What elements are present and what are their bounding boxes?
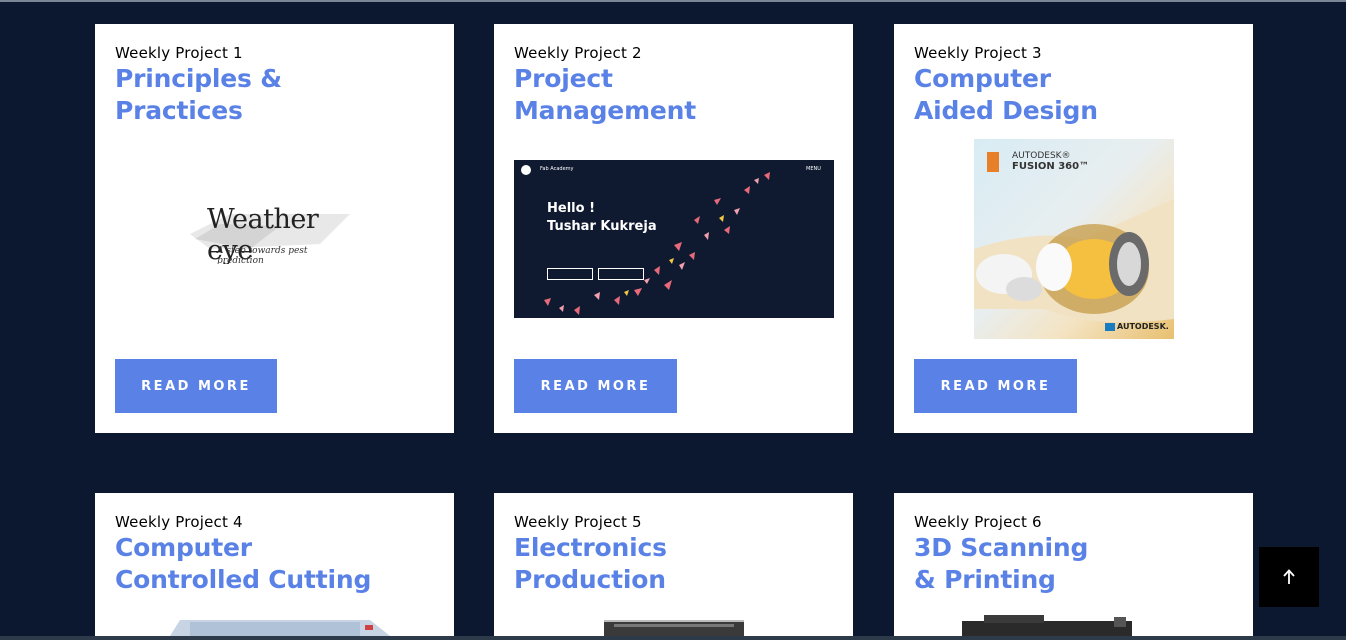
fab-greeting: Hello ! [547, 201, 595, 216]
card-eyebrow: Weekly Project 3 [914, 44, 1042, 62]
fab-button-outline-1 [547, 268, 593, 280]
card-title[interactable]: Project Management [514, 63, 833, 127]
arrow-up-icon [1283, 569, 1295, 584]
card-title-line2[interactable]: Aided Design [914, 95, 1233, 127]
laser-cutter-thumbnail [160, 617, 400, 636]
fab-logo-icon [521, 165, 531, 175]
card-eyebrow: Weekly Project 6 [914, 513, 1042, 531]
card-title-line2[interactable]: Controlled Cutting [115, 564, 434, 596]
fusion-360-thumbnail: AUTODESK® FUSION 360™ AUTODESK. [974, 139, 1174, 339]
fab-name: Tushar Kukreja [547, 219, 657, 234]
card-title-line2[interactable]: Production [514, 564, 833, 596]
card-eyebrow: Weekly Project 5 [514, 513, 642, 531]
card-title[interactable]: Computer Aided Design [914, 63, 1233, 127]
project-card-4: Weekly Project 4 Computer Controlled Cut… [95, 493, 454, 636]
project-card-2: Weekly Project 2 Project Management Fab … [494, 24, 853, 433]
read-more-button[interactable]: READ MORE [115, 359, 277, 413]
card-title-line1[interactable]: Computer [115, 532, 434, 564]
card-title-line2[interactable]: Practices [115, 95, 434, 127]
card-title[interactable]: Electronics Production [514, 532, 833, 596]
card-title-line1[interactable]: Computer [914, 63, 1233, 95]
milling-machine-thumbnail [594, 618, 754, 636]
fusion-product: FUSION 360™ [1012, 161, 1090, 172]
top-divider [0, 0, 1346, 2]
project-card-5: Weekly Project 5 Electronics Production [494, 493, 853, 636]
fab-brand-label: Fab Academy [540, 166, 574, 172]
laser-cutter-graphic [170, 620, 390, 636]
card-title-line2[interactable]: Management [514, 95, 833, 127]
card-eyebrow: Weekly Project 2 [514, 44, 642, 62]
bottom-divider [0, 636, 1346, 640]
read-more-button[interactable]: READ MORE [514, 359, 677, 413]
fab-menu-label: MENU [806, 166, 821, 172]
fab-button-outline-2 [598, 268, 644, 280]
autodesk-logo-icon [1105, 323, 1115, 331]
card-title-line2[interactable]: & Printing [914, 564, 1233, 596]
card-title-line1[interactable]: Project [514, 63, 833, 95]
weather-eye-thumbnail: Weather eye A step towards pest predicti… [190, 204, 350, 264]
read-more-button[interactable]: READ MORE [914, 359, 1077, 413]
fusion-f-icon [987, 152, 999, 172]
card-title[interactable]: Principles & Practices [115, 63, 434, 127]
confetti-graphic [544, 172, 770, 315]
3d-printer-graphic [962, 615, 1132, 636]
project-card-3: Weekly Project 3 Computer Aided Design A… [894, 24, 1253, 433]
milling-machine-graphic [604, 620, 744, 636]
card-eyebrow: Weekly Project 4 [115, 513, 243, 531]
fab-academy-site-thumbnail[interactable]: Fab Academy MENU Hello ! Tushar Kukreja [514, 160, 834, 318]
card-title-line1[interactable]: 3D Scanning [914, 532, 1233, 564]
project-card-6: Weekly Project 6 3D Scanning & Printing [894, 493, 1253, 636]
card-title[interactable]: Computer Controlled Cutting [115, 532, 434, 596]
card-title[interactable]: 3D Scanning & Printing [914, 532, 1233, 596]
card-title-line1[interactable]: Principles & [115, 63, 434, 95]
fusion-brand-top: AUTODESK® [1012, 151, 1071, 161]
weather-eye-subtitle: A step towards pest prediction [217, 246, 308, 264]
card-title-line1[interactable]: Electronics [514, 532, 833, 564]
scroll-to-top-button[interactable] [1259, 547, 1319, 607]
project-card-1: Weekly Project 1 Principles & Practices … [95, 24, 454, 433]
card-eyebrow: Weekly Project 1 [115, 44, 243, 62]
3d-printer-thumbnail [954, 613, 1144, 636]
fusion-brand-bottom: AUTODESK. [1117, 322, 1169, 331]
